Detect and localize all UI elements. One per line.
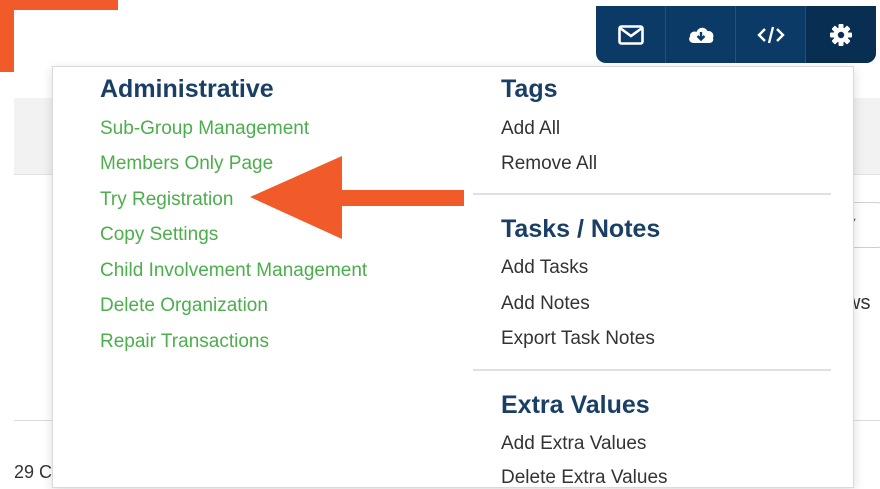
toolbar (596, 6, 876, 63)
menu-item-remove-all[interactable]: Remove All (501, 153, 597, 175)
menu-item-delete-extra-values[interactable]: Delete Extra Values (501, 467, 668, 489)
menu-item-repair-transactions[interactable]: Repair Transactions (100, 331, 269, 353)
cloud-download-icon (688, 27, 713, 43)
brand-sidebar (0, 0, 14, 72)
menu-heading-tags: Tags (501, 75, 558, 103)
menu-item-try-registration[interactable]: Try Registration (100, 189, 233, 211)
menu-item-add-extra-values[interactable]: Add Extra Values (501, 433, 646, 455)
menu-heading-tasks-notes: Tasks / Notes (501, 215, 661, 243)
menu-item-copy-settings[interactable]: Copy Settings (100, 224, 218, 246)
brand-bar (0, 0, 118, 10)
menu-item-export-task-notes[interactable]: Export Task Notes (501, 328, 655, 350)
menu-heading-extra-values: Extra Values (501, 391, 650, 419)
annotation-arrow-icon (250, 156, 464, 239)
menu-item-add-tasks[interactable]: Add Tasks (501, 257, 588, 279)
menu-item-delete-organization[interactable]: Delete Organization (100, 295, 268, 317)
page-text-fragment: 29 C (14, 462, 53, 482)
menu-divider (473, 369, 831, 371)
code-icon (756, 26, 785, 43)
settings-button[interactable] (806, 6, 876, 63)
menu-item-sub-group-management[interactable]: Sub-Group Management (100, 118, 309, 140)
embed-code-button[interactable] (736, 6, 806, 63)
email-button[interactable] (596, 6, 666, 63)
menu-item-add-all[interactable]: Add All (501, 118, 560, 140)
menu-heading-administrative: Administrative (100, 75, 274, 103)
menu-item-add-notes[interactable]: Add Notes (501, 293, 590, 315)
settings-dropdown-menu: Administrative Sub-Group Management Memb… (52, 66, 854, 488)
gear-icon (830, 23, 852, 46)
menu-item-child-involvement-management[interactable]: Child Involvement Management (100, 260, 367, 282)
menu-item-members-only-page[interactable]: Members Only Page (100, 153, 273, 175)
envelope-icon (617, 24, 644, 45)
download-button[interactable] (666, 6, 736, 63)
menu-divider (473, 193, 831, 195)
